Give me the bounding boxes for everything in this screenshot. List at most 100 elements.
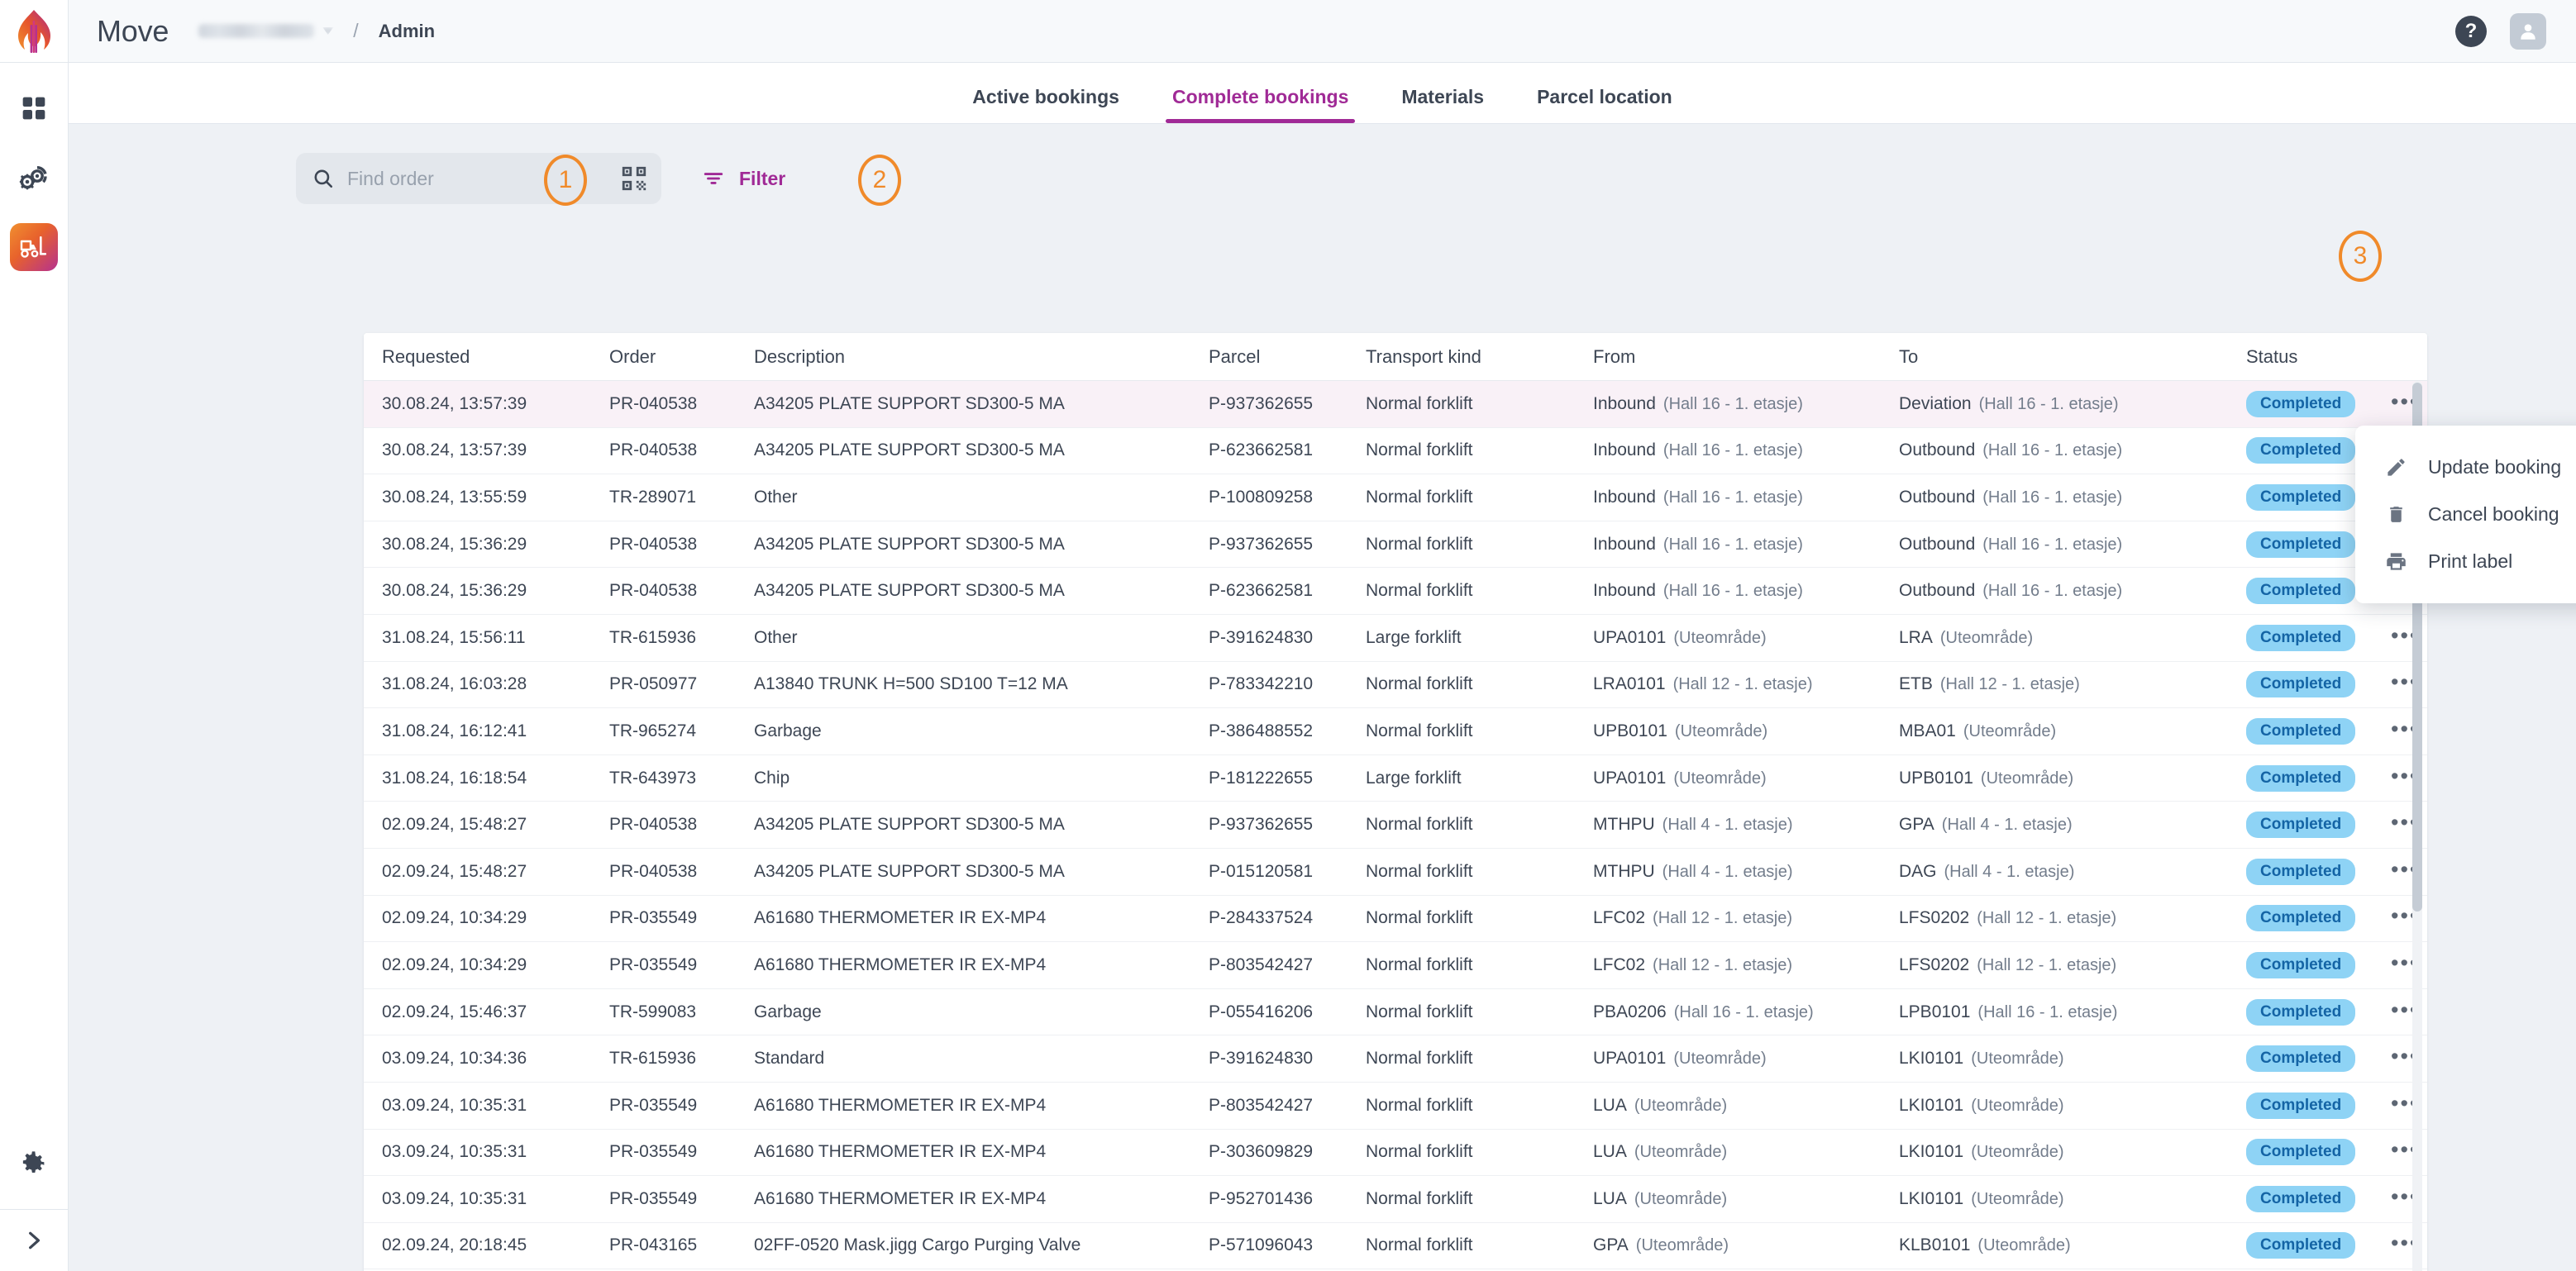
status-badge: Completed: [2246, 858, 2356, 885]
status-badge: Completed: [2246, 1232, 2356, 1259]
table-row[interactable]: 02.09.24, 15:48:27 PR-040538 A34205 PLATE …: [364, 802, 2427, 849]
cell-from-code: LUA: [1593, 1188, 1627, 1208]
table-row[interactable]: 02.09.24, 20:18:45 PR-043165 02FF-0520 Mas…: [364, 1222, 2427, 1270]
table-row[interactable]: 31.08.24, 16:12:41 TR-965274 Garbage P-3864…: [364, 708, 2427, 755]
cell-from-code: Inbound: [1593, 440, 1656, 460]
cell-from-code: LFC02: [1593, 954, 1646, 974]
cell-requested: 02.09.24, 15:46:37: [382, 1002, 527, 1021]
table-header-row: Requested Order Description Parcel Trans…: [364, 333, 2427, 381]
filter-button[interactable]: Filter: [701, 168, 785, 190]
table-row[interactable]: 31.08.24, 16:03:28 PR-050977 A13840 TRUNK …: [364, 661, 2427, 709]
company-chevron-down-icon[interactable]: [322, 27, 334, 35]
tab-complete-bookings[interactable]: Complete bookings: [1146, 86, 1375, 123]
cell-order: PR-040538: [609, 534, 698, 554]
cell-from-location: (Hall 16 - 1. etasje): [1673, 1002, 1814, 1021]
company-name-redacted[interactable]: [198, 24, 315, 38]
column-header-parcel[interactable]: Parcel: [1209, 346, 1366, 368]
cell-status: Completed: [2246, 764, 2391, 792]
cell-order: PR-035549: [609, 1188, 698, 1208]
cell-from: LFC02 (Hall 12 - 1. etasje): [1593, 955, 1899, 975]
cell-to: GPA (Hall 4 - 1. etasje): [1899, 815, 2246, 835]
cell-to: LKI0101 (Uteområde): [1899, 1049, 2246, 1069]
cell-to: LFS0202 (Hall 12 - 1. etasje): [1899, 955, 2246, 975]
cell-requested: 31.08.24, 15:56:11: [382, 627, 526, 647]
sidebar-item-operations[interactable]: [10, 154, 58, 202]
search-input[interactable]: [347, 167, 595, 190]
cell-parcel: P-952701436: [1209, 1188, 1314, 1208]
sidebar-expand-button[interactable]: [0, 1210, 69, 1271]
gear-icon: [22, 1151, 45, 1173]
cell-status: Completed: [2246, 390, 2391, 417]
table-row[interactable]: 30.08.24, 15:36:29 PR-040538 A34205 PLATE …: [364, 568, 2427, 615]
cell-order: PR-040538: [609, 393, 698, 413]
cell-transport-kind: Normal forklift: [1366, 1002, 1473, 1021]
column-header-requested[interactable]: Requested: [382, 346, 609, 368]
cell-parcel: P-937362655: [1209, 393, 1314, 413]
cell-requested: 31.08.24, 16:12:41: [382, 721, 527, 740]
cell-from-code: UPA0101: [1593, 627, 1667, 647]
tab-materials[interactable]: Materials: [1375, 86, 1510, 123]
menu-item-print-label[interactable]: Print label: [2355, 538, 2576, 585]
cell-transport-kind: Normal forklift: [1366, 581, 1473, 601]
cell-requested: 02.09.24, 10:34:29: [382, 954, 527, 974]
cell-transport-kind: Normal forklift: [1366, 815, 1473, 835]
tab-parcel-location[interactable]: Parcel location: [1510, 86, 1699, 123]
sidebar-item-move[interactable]: [10, 223, 58, 271]
cell-requested: 03.09.24, 10:35:31: [382, 1142, 527, 1162]
search-box[interactable]: [296, 153, 661, 204]
cell-from: Inbound (Hall 16 - 1. etasje): [1593, 535, 1899, 555]
table-row[interactable]: 31.08.24, 15:56:11 TR-615936 Other P-391624…: [364, 614, 2427, 662]
table-row[interactable]: 02.09.24, 15:48:27 PR-040538 A34205 PLATE …: [364, 848, 2427, 896]
tab-active-bookings[interactable]: Active bookings: [946, 86, 1146, 123]
menu-item-label: Print label: [2428, 550, 2513, 572]
column-header-from[interactable]: From: [1593, 346, 1899, 368]
cell-description: Other: [754, 627, 798, 647]
cell-to-code: Outbound: [1899, 440, 1976, 460]
cell-to: Outbound (Hall 16 - 1. etasje): [1899, 440, 2246, 460]
qr-scan-icon[interactable]: [620, 164, 648, 193]
menu-item-update-booking[interactable]: Update booking: [2355, 444, 2576, 491]
cell-description: A34205 PLATE SUPPORT SD300-5 MA: [754, 861, 1065, 881]
table-row[interactable]: 02.09.24, 10:34:29 PR-035549 A61680 THERMO…: [364, 895, 2427, 943]
sidebar-item-dashboard[interactable]: [10, 84, 58, 132]
status-badge: Completed: [2246, 812, 2356, 839]
cell-from: LFC02 (Hall 12 - 1. etasje): [1593, 908, 1899, 928]
cell-from-location: (Uteområde): [1634, 1143, 1728, 1162]
column-header-order[interactable]: Order: [609, 346, 754, 368]
column-header-transport-kind[interactable]: Transport kind: [1366, 346, 1593, 368]
table-row[interactable]: 03.09.24, 10:35:31 PR-035549 A61680 THERMO…: [364, 1176, 2427, 1223]
help-icon[interactable]: ?: [2455, 15, 2487, 47]
user-avatar-icon[interactable]: [2510, 12, 2546, 50]
table-row[interactable]: 03.09.24, 10:35:31 PR-035549 A61680 THERMO…: [364, 1082, 2427, 1130]
table-row[interactable]: 30.08.24, 13:57:39 PR-040538 A34205 PLATE …: [364, 381, 2427, 428]
table-row[interactable]: 03.09.24, 10:35:31 PR-035549 A61680 THERMO…: [364, 1129, 2427, 1177]
sidebar-item-settings[interactable]: [10, 1140, 58, 1188]
content-area: Active bookings Complete bookings Materi…: [69, 63, 2576, 1271]
column-header-to[interactable]: To: [1899, 346, 2246, 368]
status-badge: Completed: [2246, 717, 2356, 745]
cell-to-code: Outbound: [1899, 487, 1976, 507]
table-row[interactable]: 30.08.24, 13:57:39 PR-040538 A34205 PLATE …: [364, 427, 2427, 475]
column-header-status[interactable]: Status: [2246, 346, 2391, 368]
cell-requested: 30.08.24, 15:36:29: [382, 534, 527, 554]
app-logo[interactable]: [0, 0, 69, 62]
cell-from-code: Inbound: [1593, 581, 1656, 601]
cell-description: Garbage: [754, 1002, 822, 1021]
cell-order: PR-040538: [609, 815, 698, 835]
table-row[interactable]: 31.08.24, 16:18:54 TR-643973 Chip P-1812226…: [364, 755, 2427, 802]
menu-item-cancel-booking[interactable]: Cancel booking: [2355, 491, 2576, 538]
cell-transport-kind: Normal forklift: [1366, 440, 1473, 460]
cell-order: PR-035549: [609, 908, 698, 928]
cell-to-code: ETB: [1899, 674, 1933, 694]
table-row[interactable]: 30.08.24, 15:36:29 PR-040538 A34205 PLATE …: [364, 521, 2427, 569]
table-row[interactable]: 02.09.24, 15:46:37 TR-599083 Garbage P-0554…: [364, 988, 2427, 1036]
table-row[interactable]: 03.09.24, 10:34:36 TR-615936 Standard P-391…: [364, 1035, 2427, 1083]
column-header-description[interactable]: Description: [754, 346, 1209, 368]
table-row[interactable]: 02.09.24, 10:34:29 PR-035549 A61680 THERMO…: [364, 942, 2427, 989]
cell-order: PR-050977: [609, 674, 698, 694]
breadcrumb-admin[interactable]: Admin: [379, 21, 435, 42]
cell-parcel: P-623662581: [1209, 581, 1314, 601]
cell-description: A34205 PLATE SUPPORT SD300-5 MA: [754, 581, 1065, 601]
table-body: 30.08.24, 13:57:39 PR-040538 A34205 PLATE …: [364, 381, 2427, 1271]
table-row[interactable]: 30.08.24, 13:55:59 TR-289071 Other P-100809…: [364, 474, 2427, 521]
